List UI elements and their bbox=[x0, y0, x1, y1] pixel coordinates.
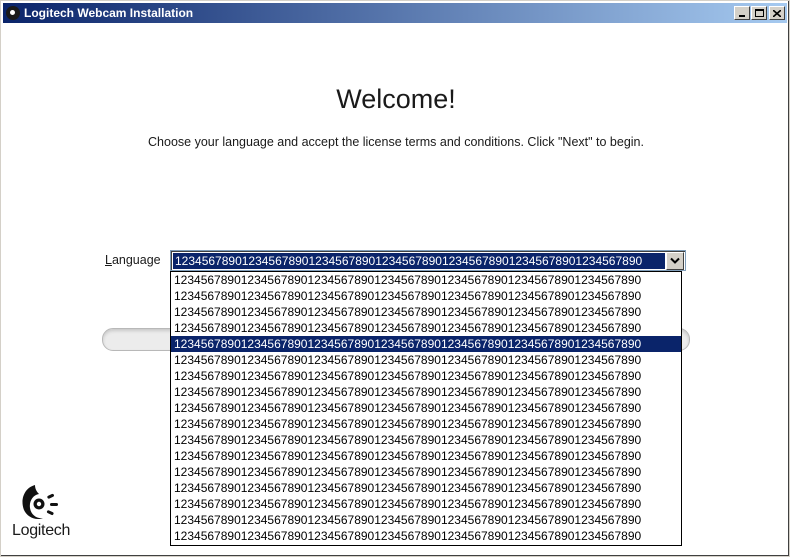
minimize-icon bbox=[739, 15, 745, 17]
close-button[interactable] bbox=[769, 6, 785, 20]
language-option[interactable]: 1234567890123456789012345678901234567890… bbox=[171, 368, 681, 384]
language-select-value: 1234567890123456789012345678901234567890… bbox=[173, 253, 665, 269]
language-option[interactable]: 1234567890123456789012345678901234567890… bbox=[171, 400, 681, 416]
language-option[interactable]: 1234567890123456789012345678901234567890… bbox=[171, 448, 681, 464]
title-bar[interactable]: Logitech Webcam Installation bbox=[3, 3, 787, 23]
language-option[interactable]: 1234567890123456789012345678901234567890… bbox=[171, 528, 681, 544]
language-option[interactable]: 1234567890123456789012345678901234567890… bbox=[171, 384, 681, 400]
window-title: Logitech Webcam Installation bbox=[24, 6, 194, 20]
maximize-icon bbox=[754, 9, 764, 17]
minimize-button[interactable] bbox=[734, 6, 750, 20]
page-title: Welcome! bbox=[336, 84, 456, 114]
logitech-icon bbox=[6, 6, 20, 20]
language-option[interactable]: 1234567890123456789012345678901234567890… bbox=[171, 512, 681, 528]
instructions-text: Choose your language and accept the lice… bbox=[148, 135, 644, 149]
window-controls bbox=[733, 6, 785, 20]
language-option[interactable]: 1234567890123456789012345678901234567890… bbox=[171, 416, 681, 432]
language-option[interactable]: 1234567890123456789012345678901234567890… bbox=[171, 496, 681, 512]
language-option[interactable]: 1234567890123456789012345678901234567890… bbox=[171, 320, 681, 336]
language-option[interactable]: 1234567890123456789012345678901234567890… bbox=[171, 480, 681, 496]
dropdown-button[interactable] bbox=[666, 252, 684, 270]
maximize-button[interactable] bbox=[751, 6, 767, 20]
close-icon bbox=[773, 9, 781, 17]
language-option[interactable]: 1234567890123456789012345678901234567890… bbox=[171, 288, 681, 304]
logo-wordmark: Logitech bbox=[12, 522, 71, 539]
language-option[interactable]: 1234567890123456789012345678901234567890… bbox=[171, 336, 681, 352]
language-label: Language bbox=[105, 253, 161, 267]
language-option[interactable]: 1234567890123456789012345678901234567890… bbox=[171, 464, 681, 480]
chevron-down-icon bbox=[670, 257, 680, 264]
language-select[interactable]: 1234567890123456789012345678901234567890… bbox=[170, 250, 686, 271]
language-option[interactable]: 1234567890123456789012345678901234567890… bbox=[171, 304, 681, 320]
language-option[interactable]: 1234567890123456789012345678901234567890… bbox=[171, 432, 681, 448]
language-dropdown-list[interactable]: 1234567890123456789012345678901234567890… bbox=[170, 271, 682, 546]
language-option[interactable]: 1234567890123456789012345678901234567890… bbox=[171, 352, 681, 368]
language-option[interactable]: 1234567890123456789012345678901234567890… bbox=[171, 272, 681, 288]
installer-window: Logitech Webcam Installation Welcome! Ch… bbox=[0, 0, 790, 557]
